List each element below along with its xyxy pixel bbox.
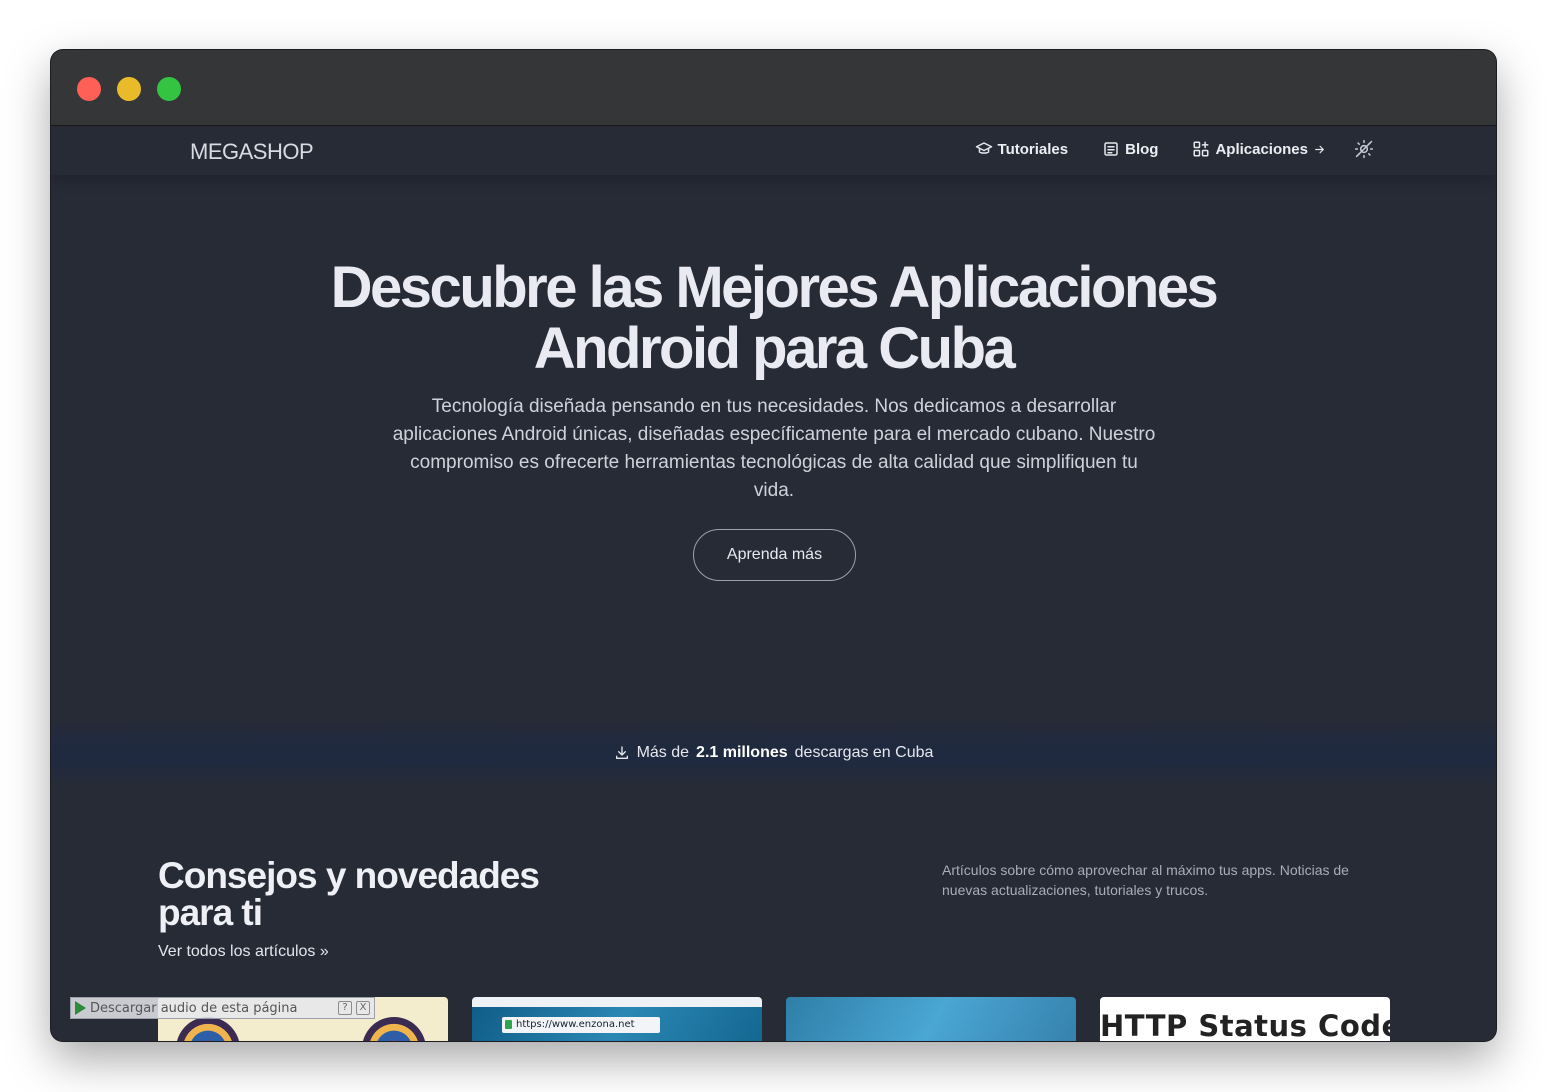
learn-more-button[interactable]: Aprenda más: [693, 529, 856, 581]
card-image-url: https://www.enzona.net: [516, 1019, 635, 1030]
download-icon: [615, 746, 628, 759]
newspaper-icon: [1104, 142, 1118, 156]
card-image-url-bar: https://www.enzona.net: [502, 1017, 660, 1033]
window-titlebar: [51, 50, 1496, 126]
card-image-ornament: [362, 1017, 426, 1041]
sun-moon-icon: [1354, 139, 1374, 159]
hero-title: Descubre las Mejores Aplicaciones Androi…: [51, 257, 1496, 379]
stats-suffix: descargas en Cuba: [794, 744, 934, 761]
grid-icon: [1193, 141, 1209, 157]
stats-highlight: 2.1 millones: [696, 744, 788, 761]
hero-title-line1: Descubre las Mejores Aplicaciones: [330, 255, 1219, 320]
audio-download-overlay[interactable]: Descargar audio de esta página ? X: [70, 997, 375, 1019]
card-image-header: [472, 997, 762, 1007]
article-card[interactable]: HTTP Status Codes: [1100, 997, 1390, 1041]
article-card[interactable]: https://www.enzona.net: [472, 997, 762, 1041]
nav-link-aplicaciones[interactable]: Aplicaciones: [1192, 140, 1326, 158]
site-logo[interactable]: MEGASHOP: [190, 139, 314, 165]
view-all-articles-link[interactable]: Ver todos los artículos »: [158, 943, 329, 961]
minimize-window-button[interactable]: [117, 77, 141, 101]
graduation-cap-icon: [975, 142, 992, 154]
nav-link-label: Blog: [1125, 140, 1159, 158]
nav-link-label: Tutoriales: [997, 140, 1069, 158]
help-button[interactable]: ?: [338, 1001, 352, 1015]
card-image-title: HTTP Status Codes: [1100, 1009, 1390, 1041]
arrow-right-icon: [1315, 145, 1324, 153]
close-overlay-button[interactable]: X: [356, 1001, 370, 1015]
nav-link-label: Aplicaciones: [1215, 140, 1308, 158]
section-description: Artículos sobre cómo aprovechar al máxim…: [942, 862, 1349, 898]
nav-link-blog[interactable]: Blog: [1102, 140, 1158, 158]
card-image-ornament: [176, 1017, 240, 1041]
lock-icon: [505, 1020, 512, 1029]
stats-prefix: Más de: [636, 744, 690, 761]
browser-window: MEGASHOP Tutoriales Blog Aplicaciones De…: [51, 50, 1496, 1041]
downloads-stats-band: Más de 2.1 millones descargas en Cuba: [51, 718, 1496, 788]
theme-toggle-button[interactable]: [1354, 139, 1374, 159]
navbar: MEGASHOP Tutoriales Blog Aplicaciones: [51, 127, 1496, 175]
web-page: MEGASHOP Tutoriales Blog Aplicaciones De…: [51, 127, 1496, 1041]
close-window-button[interactable]: [77, 77, 101, 101]
hero-title-line2: Android para Cuba: [533, 316, 1016, 381]
nav-link-tutoriales[interactable]: Tutoriales: [975, 140, 1069, 158]
hero-description: Tecnología diseñada pensando en tus nece…: [392, 396, 1156, 501]
play-icon: [75, 1001, 86, 1015]
nav-links: Tutoriales Blog Aplicaciones: [941, 139, 1374, 159]
article-card[interactable]: [786, 997, 1076, 1041]
maximize-window-button[interactable]: [157, 77, 181, 101]
audio-download-label[interactable]: Descargar audio de esta página: [90, 1001, 334, 1016]
section-title: Consejos y novedades para ti: [158, 855, 540, 933]
